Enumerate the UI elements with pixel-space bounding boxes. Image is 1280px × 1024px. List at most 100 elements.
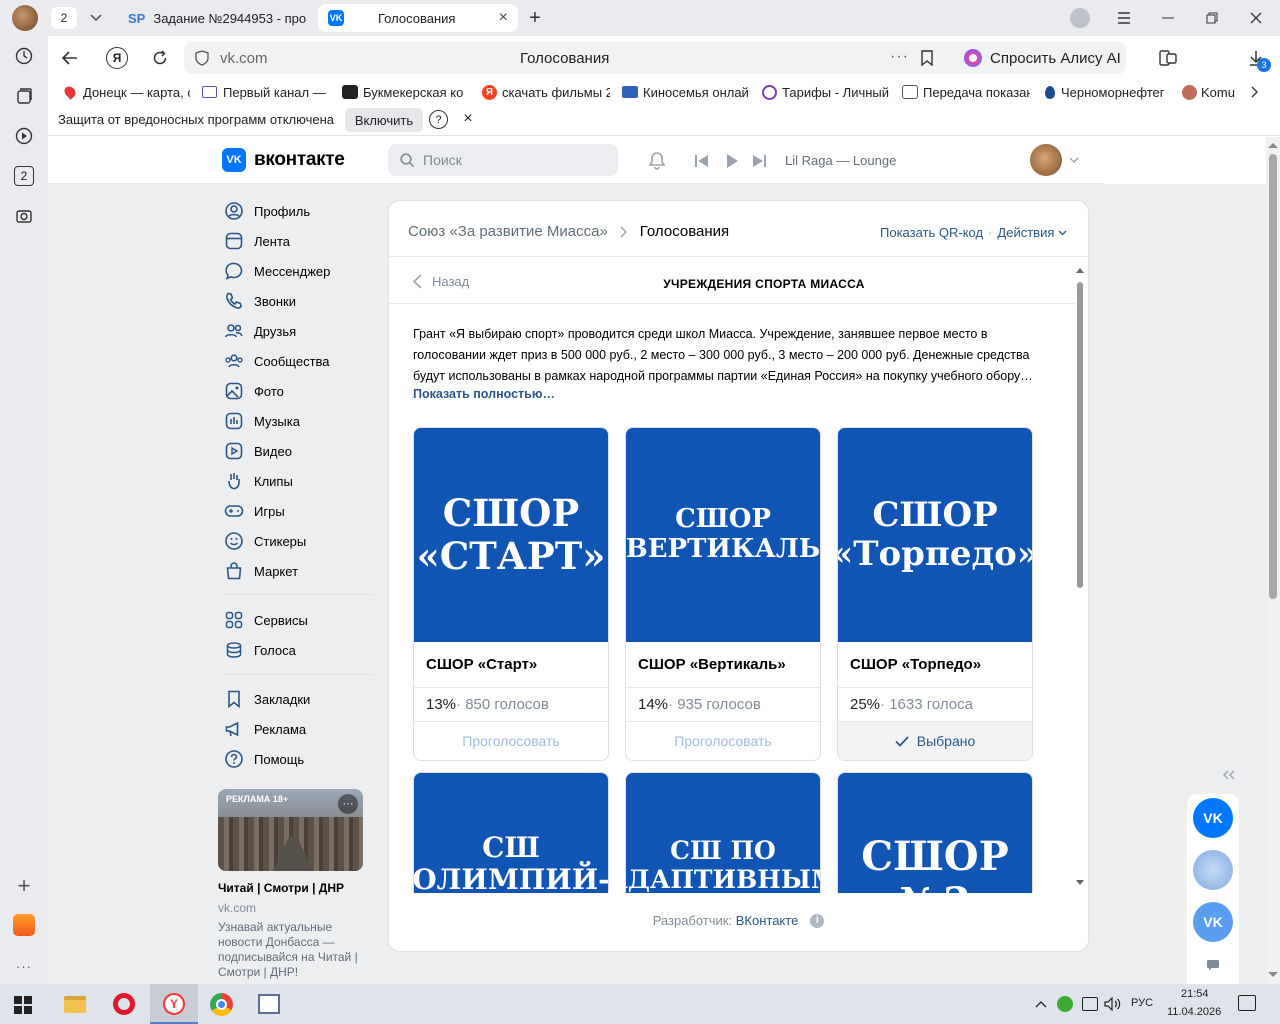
- actions-dropdown[interactable]: Действия: [997, 225, 1054, 240]
- collections-icon[interactable]: [14, 86, 34, 106]
- nav-communities[interactable]: Сообщества: [224, 346, 330, 376]
- nav-services[interactable]: Сервисы: [224, 605, 308, 635]
- globe-book-icon[interactable]: [1193, 850, 1233, 890]
- workspace-2-icon[interactable]: 2: [14, 166, 34, 186]
- nav-music[interactable]: Музыка: [224, 406, 300, 436]
- nav-messenger[interactable]: Мессенджер: [224, 256, 330, 286]
- network-icon[interactable]: [1082, 997, 1098, 1011]
- nav-photos[interactable]: Фото: [224, 376, 284, 406]
- file-explorer-icon[interactable]: [64, 996, 86, 1013]
- mail-icon[interactable]: [13, 914, 35, 936]
- poll-option[interactable]: СШОР «ВЕРТИКАЛЬ» СШОР «Вертикаль» 14% · …: [625, 427, 821, 761]
- nav-feed[interactable]: Лента: [224, 226, 290, 256]
- reader-icon[interactable]: [1158, 48, 1178, 68]
- yandex-browser-active[interactable]: Y: [150, 984, 198, 1024]
- bookmark-item[interactable]: Тарифы - Личный: [762, 83, 890, 101]
- prev-track-icon[interactable]: [693, 152, 711, 170]
- alice-button[interactable]: Спросить Алису AI: [954, 42, 1126, 74]
- next-track-icon[interactable]: [750, 152, 768, 170]
- language-indicator[interactable]: РУС: [1131, 997, 1153, 1009]
- poll-option[interactable]: СШ ПО АДАПТИВНЫМ ВИДАМ: [625, 772, 821, 893]
- bookmark-item[interactable]: Черноморнефтег: [1042, 83, 1168, 101]
- ad-more-icon[interactable]: ···: [338, 794, 358, 814]
- windows-start-icon[interactable]: [12, 994, 34, 1016]
- scroll-down-icon[interactable]: [1268, 971, 1278, 979]
- notifications-bell-icon[interactable]: [646, 150, 668, 172]
- player-track-title[interactable]: Lil Raga — Lounge: [785, 153, 896, 168]
- help-icon[interactable]: ?: [429, 110, 448, 129]
- minimize-icon[interactable]: [1158, 8, 1178, 28]
- tabs-dropdown-icon[interactable]: [86, 8, 106, 28]
- nav-bookmarks[interactable]: Закладки: [224, 684, 310, 714]
- tab-close-icon[interactable]: ×: [499, 9, 508, 27]
- more-dots-icon[interactable]: ···: [890, 48, 909, 66]
- poll-option[interactable]: СШОР «СТАРТ» СШОР «Старт» 13% · 850 голо…: [413, 427, 609, 761]
- vk-app-icon[interactable]: VK: [1193, 798, 1233, 838]
- nav-ads[interactable]: Реклама: [224, 714, 306, 744]
- vk-logo[interactable]: VK вконтакте: [222, 148, 345, 172]
- close-window-icon[interactable]: [1246, 8, 1266, 28]
- clock-time[interactable]: 21:54: [1181, 988, 1209, 1000]
- enable-protection-button[interactable]: Включить: [345, 108, 423, 132]
- restore-icon[interactable]: [1202, 8, 1222, 28]
- developer-link[interactable]: ВКонтакте: [736, 913, 799, 928]
- chrome-icon[interactable]: [210, 993, 233, 1016]
- nav-clips[interactable]: Клипы: [224, 466, 293, 496]
- tab-votes-active[interactable]: VK Голосования ×: [318, 4, 518, 32]
- collapse-chevrons-icon[interactable]: [1220, 766, 1238, 784]
- bookmark-item[interactable]: Киносемья онлай: [622, 83, 750, 101]
- poll-scroll-area[interactable]: Назад УЧРЕЖДЕНИЯ СПОРТА МИАССА Грант «Я …: [389, 257, 1088, 893]
- ad-image[interactable]: РЕКЛАМА 18+ ···: [218, 789, 363, 871]
- poll-scrollbar[interactable]: [1075, 265, 1085, 889]
- video-play-icon[interactable]: [14, 126, 34, 146]
- show-more-link[interactable]: Показать полностью…: [413, 387, 555, 401]
- ad-title[interactable]: Читай | Смотри | ДНР: [218, 881, 344, 895]
- info-icon[interactable]: i: [810, 913, 825, 928]
- menu-icon[interactable]: [1114, 8, 1134, 28]
- reload-icon[interactable]: [150, 48, 170, 68]
- scroll-up-icon[interactable]: [1076, 267, 1086, 275]
- play-icon[interactable]: [723, 152, 741, 170]
- close-infobar-icon[interactable]: ×: [460, 110, 476, 128]
- new-tab-icon[interactable]: +: [524, 7, 546, 29]
- account-icon[interactable]: [1070, 8, 1090, 28]
- nav-video[interactable]: Видео: [224, 436, 292, 466]
- clock-date[interactable]: 11.04.2026: [1167, 1006, 1221, 1018]
- nav-games[interactable]: Игры: [224, 496, 285, 526]
- tab-counter[interactable]: 2: [51, 7, 77, 29]
- nav-votes[interactable]: Голоса: [224, 635, 296, 665]
- poll-option[interactable]: СШ ОЛИМПИЙ- СКОГО: [413, 772, 609, 893]
- app-window-icon[interactable]: [258, 994, 280, 1014]
- profile-avatar[interactable]: [12, 5, 38, 31]
- tray-chevron-up-icon[interactable]: [1034, 998, 1048, 1010]
- bookmark-item[interactable]: Передача показан: [902, 83, 1030, 101]
- back-icon[interactable]: [60, 48, 80, 68]
- nav-help[interactable]: Помощь: [224, 744, 304, 774]
- history-icon[interactable]: [14, 46, 34, 66]
- chat-bubble-icon[interactable]: [1203, 956, 1223, 974]
- vk-light-icon[interactable]: VK: [1193, 902, 1233, 942]
- nav-calls[interactable]: Звонки: [224, 286, 296, 316]
- nav-profile[interactable]: Профиль: [224, 196, 310, 226]
- nav-market[interactable]: Маркет: [224, 556, 298, 586]
- bookmarks-overflow-icon[interactable]: [1246, 84, 1264, 100]
- page-scroll-thumb[interactable]: [1269, 154, 1277, 599]
- vote-button[interactable]: Проголосовать: [414, 722, 608, 760]
- bookmark-item[interactable]: Первый канал — с: [202, 83, 328, 101]
- nav-stickers[interactable]: Стикеры: [224, 526, 306, 556]
- notifications-icon[interactable]: [1238, 995, 1256, 1011]
- bookmark-item[interactable]: Донецк — карта, с: [62, 83, 190, 101]
- scroll-up-icon[interactable]: [1268, 142, 1278, 150]
- chevron-down-icon[interactable]: [1068, 155, 1080, 165]
- vk-search-input[interactable]: Поиск: [388, 144, 618, 176]
- bookmark-item[interactable]: Букмекерская ко: [342, 83, 470, 101]
- url-field[interactable]: vk.com Голосования ···: [184, 42, 994, 74]
- opera-icon[interactable]: [113, 993, 135, 1015]
- nav-friends[interactable]: Друзья: [224, 316, 296, 346]
- yandex-icon[interactable]: Я: [106, 47, 128, 69]
- tray-app-icon[interactable]: [1057, 996, 1073, 1012]
- bookmark-icon[interactable]: [918, 49, 936, 67]
- selected-button[interactable]: Выбрано: [838, 722, 1032, 760]
- poll-option[interactable]: СШОР №3: [837, 772, 1033, 893]
- poll-option-selected[interactable]: СШОР «Торпедо» СШОР «Торпедо» 25% · 1633…: [837, 427, 1033, 761]
